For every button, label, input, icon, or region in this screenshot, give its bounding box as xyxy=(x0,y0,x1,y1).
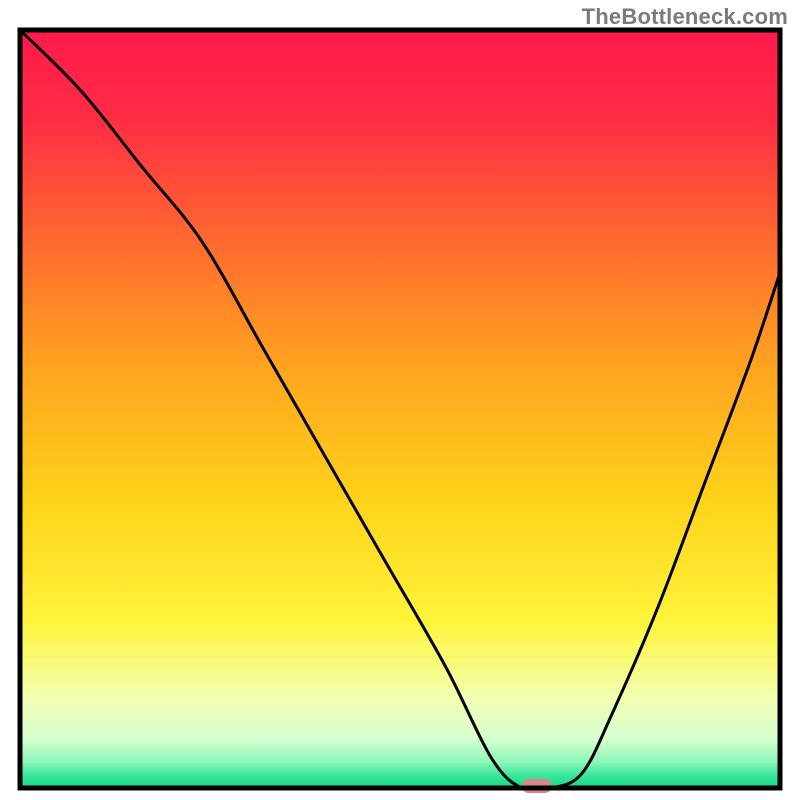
bottleneck-chart xyxy=(0,0,800,800)
chart-container: TheBottleneck.com xyxy=(0,0,800,800)
plot-background xyxy=(20,30,780,788)
watermark-text: TheBottleneck.com xyxy=(582,4,788,30)
